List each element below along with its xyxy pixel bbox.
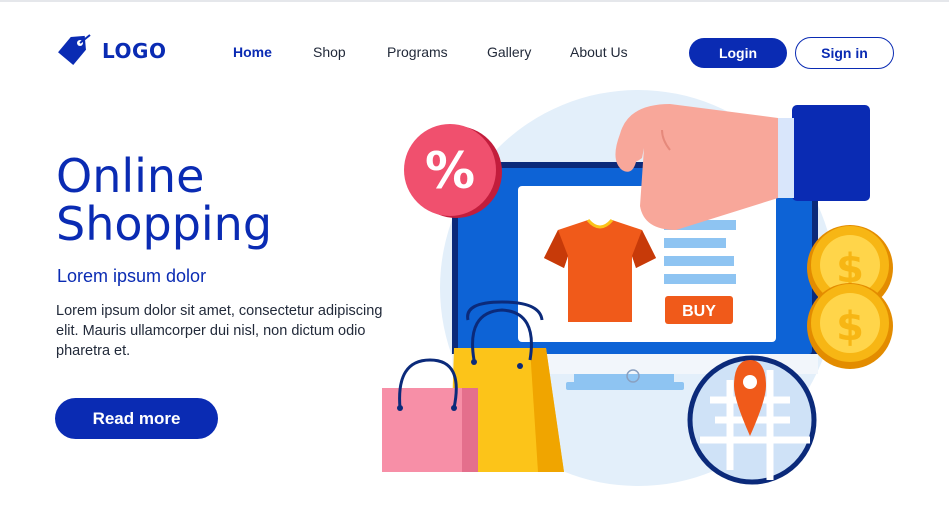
buy-label: BUY	[682, 303, 716, 320]
coin-symbol-bottom: $	[836, 304, 864, 350]
sign-in-button[interactable]: Sign in	[795, 37, 894, 69]
top-border	[0, 0, 949, 2]
buy-button[interactable]: BUY	[665, 296, 733, 324]
percent-badge-icon: %	[404, 124, 502, 218]
logo-text: LOGO	[102, 39, 167, 63]
hero-subtitle: Lorem ipsum dolor	[57, 266, 207, 286]
hero-title: Online Shopping	[56, 152, 272, 248]
hero-title-line-2: Shopping	[56, 197, 273, 251]
dollar-coin-icon: $ $	[807, 225, 893, 369]
hero-illustration: BUY % $ $	[382, 90, 893, 486]
map-pin-icon	[687, 355, 817, 485]
logo[interactable]: LOGO	[54, 31, 166, 71]
nav-item-about-us[interactable]: About Us	[570, 44, 628, 60]
percent-symbol: %	[425, 142, 475, 200]
login-button[interactable]: Login	[689, 38, 787, 68]
nav-item-gallery[interactable]: Gallery	[487, 44, 531, 60]
nav-item-shop[interactable]: Shop	[313, 44, 346, 60]
read-more-button[interactable]: Read more	[55, 398, 218, 439]
nav-item-home[interactable]: Home	[233, 44, 272, 60]
hero-description: Lorem ipsum dolor sit amet, consectetur …	[56, 303, 383, 359]
price-tag-icon	[58, 34, 91, 65]
hero-title-line-1: Online	[56, 149, 205, 203]
nav-item-programs[interactable]: Programs	[387, 44, 448, 60]
